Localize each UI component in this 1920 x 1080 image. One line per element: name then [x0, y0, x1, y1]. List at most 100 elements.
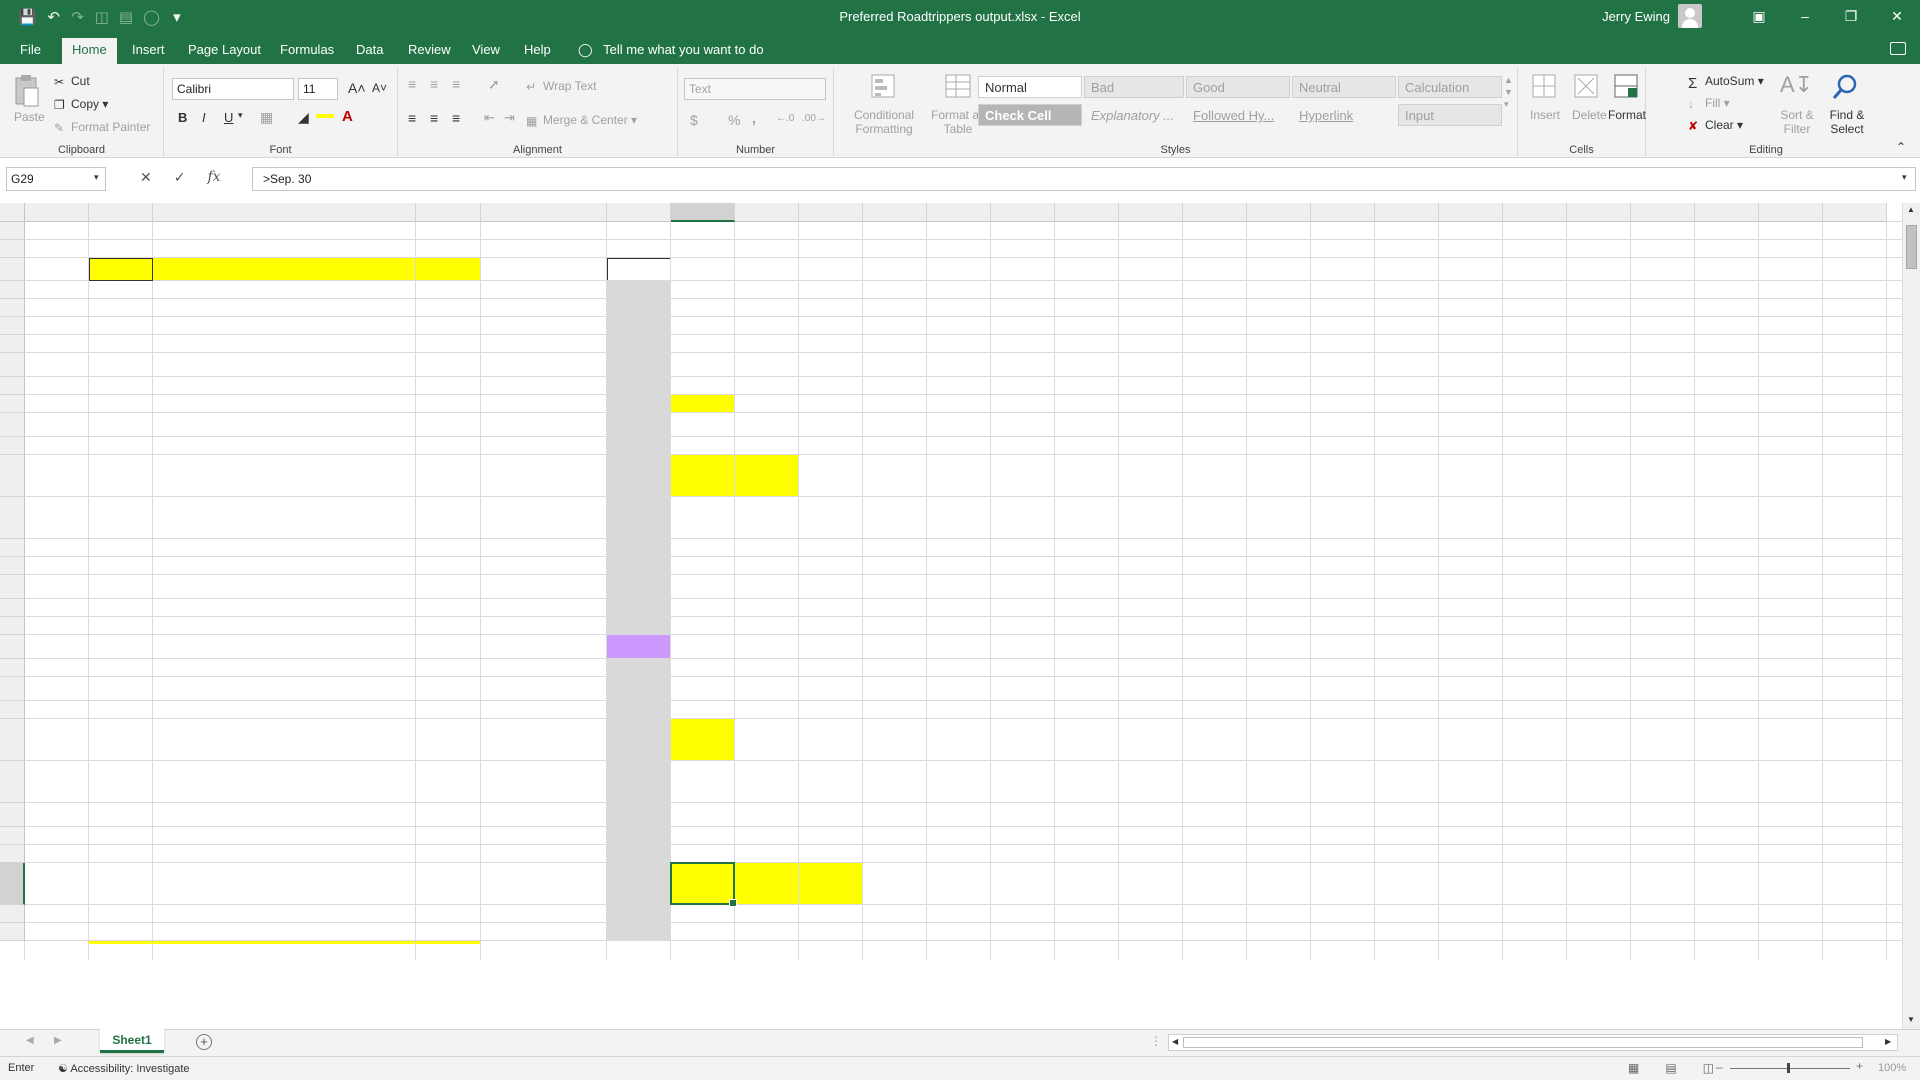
cell-a3[interactable]: [25, 258, 89, 281]
column-header-k[interactable]: [927, 203, 991, 222]
cell-b21[interactable]: [89, 659, 153, 677]
select-all-corner[interactable]: [0, 203, 25, 222]
row-header[interactable]: [0, 635, 25, 659]
cell-f21[interactable]: [607, 659, 671, 677]
cell-c20[interactable]: [153, 635, 416, 659]
tab-file[interactable]: File: [10, 38, 51, 64]
cell-d11[interactable]: [416, 413, 481, 437]
format-painter-button[interactable]: ✎ Format Painter: [54, 120, 150, 135]
scroll-left-icon[interactable]: ◀: [1172, 1037, 1178, 1046]
decrease-decimal-icon[interactable]: .00→: [802, 113, 826, 124]
cell-f18[interactable]: [607, 599, 671, 617]
row-header[interactable]: [0, 599, 25, 617]
underline-dropdown-icon[interactable]: ▾: [238, 110, 243, 121]
column-header-t[interactable]: [1503, 203, 1567, 222]
tab-help[interactable]: Help: [514, 38, 561, 64]
cell-a15[interactable]: [25, 539, 89, 557]
cell-h10[interactable]: [735, 395, 955, 413]
cell-b14[interactable]: [89, 497, 153, 539]
row-header[interactable]: [0, 395, 25, 413]
cell-a7[interactable]: [25, 335, 89, 353]
normal-view-icon[interactable]: ▦: [1628, 1061, 1639, 1075]
cell-c15[interactable]: [153, 539, 416, 557]
shrink-font-icon[interactable]: A˅: [372, 81, 387, 95]
row-header[interactable]: [0, 761, 25, 803]
accessibility-status[interactable]: ☯ Accessibility: Investigate: [58, 1062, 190, 1075]
minimize-icon[interactable]: –: [1782, 0, 1828, 34]
cell-b23[interactable]: [89, 701, 153, 719]
cell-a28[interactable]: [25, 845, 89, 863]
cell-a16[interactable]: [25, 557, 89, 575]
cell-b15[interactable]: [89, 539, 153, 557]
cell-f25[interactable]: [607, 761, 671, 803]
borders-icon[interactable]: ▦: [260, 109, 273, 126]
page-layout-view-icon[interactable]: ▤: [1665, 1061, 1676, 1075]
middle-align-icon[interactable]: ≡: [430, 76, 438, 92]
cell-a26[interactable]: [25, 803, 89, 827]
align-left-icon[interactable]: ≡: [408, 110, 416, 126]
row-header[interactable]: [0, 437, 25, 455]
cell-a14[interactable]: [25, 497, 89, 539]
cell-f1[interactable]: [607, 222, 671, 240]
column-header-g[interactable]: [671, 203, 735, 222]
collapse-ribbon-icon[interactable]: ⌃: [1896, 140, 1906, 154]
italic-button[interactable]: I: [202, 110, 206, 125]
cell-c13[interactable]: [153, 455, 416, 497]
column-header-w[interactable]: [1695, 203, 1759, 222]
style-explanatory[interactable]: Explanatory ...: [1084, 104, 1184, 126]
cell-f27[interactable]: [607, 827, 671, 845]
cell-c19[interactable]: [153, 617, 416, 635]
cell-a12[interactable]: [25, 437, 89, 455]
cell-c9[interactable]: [153, 377, 416, 395]
row-header[interactable]: [0, 677, 25, 701]
tab-data[interactable]: Data: [346, 38, 393, 64]
insert-cells-icon[interactable]: [1530, 72, 1558, 105]
enter-icon[interactable]: ✓: [174, 169, 186, 186]
cell-d28[interactable]: [416, 845, 481, 863]
cell-j1[interactable]: [863, 222, 927, 240]
cell-d27[interactable]: [416, 827, 481, 845]
cell-c12[interactable]: [153, 437, 416, 455]
underline-button[interactable]: U: [224, 110, 233, 125]
cell-d6[interactable]: [416, 317, 481, 335]
formula-input[interactable]: >Sep. 30: [252, 167, 1916, 191]
cell-d23[interactable]: [416, 701, 481, 719]
cell-f7[interactable]: [607, 335, 671, 353]
column-header-r[interactable]: [1375, 203, 1439, 222]
row-header[interactable]: [0, 719, 25, 761]
column-header-a[interactable]: [25, 203, 89, 222]
paste-button[interactable]: Paste: [14, 110, 45, 124]
wrap-text-button[interactable]: ↵ Wrap Text: [526, 79, 597, 94]
comma-button[interactable]: ,: [752, 110, 756, 126]
bottom-align-icon[interactable]: ≡: [452, 76, 460, 92]
cell-a27[interactable]: [25, 827, 89, 845]
cell-d14[interactable]: [416, 497, 481, 539]
row-header[interactable]: [0, 413, 25, 437]
format-cells-icon[interactable]: [1612, 72, 1640, 105]
cell-f23[interactable]: [607, 701, 671, 719]
cell-f11[interactable]: [607, 413, 671, 437]
conditional-formatting-button[interactable]: [848, 72, 920, 105]
tell-me-search[interactable]: ◯ Tell me what you want to do: [578, 38, 764, 64]
tab-home[interactable]: Home: [62, 38, 117, 64]
row-header[interactable]: [0, 455, 25, 497]
row-header[interactable]: [0, 281, 25, 299]
row-header[interactable]: [0, 317, 25, 335]
style-normal[interactable]: Normal: [978, 76, 1082, 98]
active-cell-selection[interactable]: [670, 862, 737, 907]
cell-b26[interactable]: [89, 803, 153, 827]
page-break-view-icon[interactable]: ◫: [1703, 1061, 1714, 1075]
column-header-p[interactable]: [1247, 203, 1311, 222]
cell-d9[interactable]: [416, 377, 481, 395]
cell-d1[interactable]: [416, 222, 481, 240]
number-format-dropdown[interactable]: Text: [684, 78, 826, 100]
restore-icon[interactable]: ❐: [1828, 0, 1874, 34]
cell-a20[interactable]: [25, 635, 89, 659]
magnifier-icon[interactable]: [1830, 72, 1860, 105]
row-header[interactable]: [0, 335, 25, 353]
cell-f26[interactable]: [607, 803, 671, 827]
cell-g1[interactable]: [671, 222, 735, 240]
cell-f28[interactable]: [607, 845, 671, 863]
row-header[interactable]: [0, 803, 25, 827]
cell-c5[interactable]: [153, 299, 416, 317]
